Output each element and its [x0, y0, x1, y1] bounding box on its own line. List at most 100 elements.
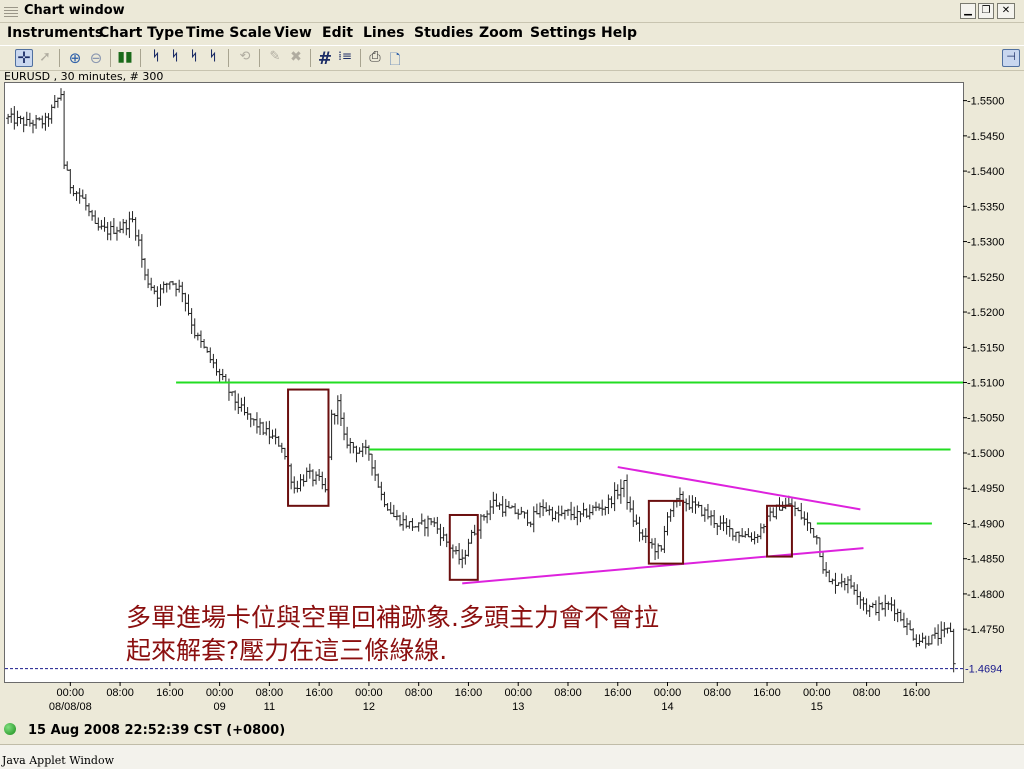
ohlc-bar	[506, 501, 511, 509]
time-tick-label: 00:00	[504, 687, 532, 699]
ohlc-bar	[503, 498, 508, 517]
ohlc-bar	[12, 106, 17, 130]
price-tick-label: -1.5150	[967, 342, 1004, 354]
status-datetime: 15 Aug 2008 22:52:39 CST (+0800)	[28, 723, 286, 738]
highlight-box[interactable]	[448, 513, 479, 581]
ohlc-bar	[684, 498, 689, 512]
price-tick-label: -1.5100	[967, 378, 1004, 390]
last-price-label: -1.4694	[965, 664, 1002, 676]
time-tick-label: 08:00	[106, 687, 134, 699]
date-tick-label: 09	[213, 701, 225, 713]
time-tick-label: 16:00	[604, 687, 632, 699]
ohlc-bar	[830, 578, 835, 585]
ohlc-bar	[590, 505, 595, 516]
ohlc-bar	[279, 442, 284, 453]
ohlc-bar	[298, 474, 303, 492]
ohlc-bar	[96, 217, 101, 231]
ohlc-bar	[71, 185, 76, 197]
ohlc-bar	[161, 281, 166, 294]
applet-footer: Java Applet Window	[0, 744, 1024, 769]
ohlc-bar	[6, 113, 11, 125]
ohlc-bar	[671, 501, 676, 518]
ohlc-bar	[379, 481, 384, 501]
trend-line[interactable]	[617, 466, 861, 511]
ohlc-bar	[547, 505, 552, 516]
ohlc-bar	[24, 111, 29, 126]
annotation-line-2: 起來解套?壓力在這三條綠線.	[126, 636, 447, 665]
price-tick-label: -1.5450	[967, 131, 1004, 143]
ohlc-bar	[777, 497, 782, 511]
ohlc-bar	[905, 617, 910, 636]
ohlc-bar	[332, 413, 337, 425]
ohlc-bar	[755, 534, 760, 543]
price-tick-label: -1.5500	[967, 96, 1004, 108]
ohlc-bar	[370, 453, 375, 476]
time-tick-label: 08:00	[554, 687, 582, 699]
ohlc-bar	[497, 502, 502, 510]
status-bar: 15 Aug 2008 22:52:39 CST (+0800)	[0, 720, 1024, 742]
ohlc-bar	[873, 600, 878, 616]
ohlc-bar	[167, 281, 172, 290]
ohlc-bar	[388, 502, 393, 515]
ohlc-bar	[513, 503, 518, 515]
ohlc-bar	[292, 476, 297, 494]
ohlc-bar	[360, 442, 365, 458]
highlight-box[interactable]	[766, 504, 793, 558]
date-tick-label: 12	[363, 701, 375, 713]
ohlc-bar	[534, 503, 539, 515]
ohlc-bar	[15, 110, 20, 127]
ohlc-bar	[40, 115, 45, 129]
date-tick-label: 13	[512, 701, 524, 713]
ohlc-bar	[18, 115, 23, 124]
ohlc-bar	[488, 500, 493, 521]
ohlc-bar	[572, 506, 577, 521]
ohlc-bar	[948, 622, 953, 633]
ohlc-bar	[491, 491, 496, 514]
ohlc-bar	[628, 496, 633, 513]
ohlc-bar	[394, 509, 399, 521]
ohlc-bar	[643, 528, 648, 544]
ohlc-bar	[301, 474, 306, 487]
ohlc-bar	[693, 497, 698, 514]
ohlc-bar	[124, 219, 129, 236]
ohlc-bar	[102, 217, 107, 232]
ohlc-bar	[550, 506, 555, 522]
ohlc-bar	[587, 504, 592, 520]
time-tick-label: 00:00	[355, 687, 383, 699]
ohlc-bar	[709, 510, 714, 526]
trend-line[interactable]	[462, 547, 864, 585]
time-tick-label: 00:00	[803, 687, 831, 699]
ohlc-bar	[500, 496, 505, 517]
ohlc-bar	[942, 622, 947, 638]
time-tick-label: 16:00	[156, 687, 184, 699]
ohlc-bar	[133, 217, 138, 241]
ohlc-bar	[139, 234, 144, 268]
ohlc-bar	[870, 602, 875, 609]
price-tick-label: -1.4750	[967, 624, 1004, 636]
price-tick-label: -1.5350	[967, 201, 1004, 213]
ohlc-bar	[295, 480, 300, 493]
time-tick-label: 16:00	[455, 687, 483, 699]
ohlc-bar	[62, 90, 67, 170]
ohlc-bar	[407, 521, 412, 529]
ohlc-bar	[142, 258, 147, 281]
price-chart[interactable]: -1.5500 -1.5450 -1.5400 -1.5350 -1.5300 -1.52…	[0, 0, 1024, 720]
ohlc-bar	[342, 412, 347, 441]
ohlc-bar	[391, 504, 396, 518]
ohlc-bar	[460, 549, 465, 569]
ohlc-bar	[30, 119, 35, 134]
ohlc-bar	[559, 505, 564, 517]
ohlc-bar	[189, 308, 194, 334]
ohlc-bar	[127, 211, 132, 238]
ohlc-bar	[136, 229, 141, 247]
ohlc-bar	[121, 218, 126, 234]
ohlc-bar	[180, 281, 185, 303]
ohlc-bar	[519, 506, 524, 515]
time-tick-label: 16:00	[753, 687, 781, 699]
ohlc-bar	[699, 504, 704, 517]
ohlc-bar	[258, 418, 263, 436]
highlight-box[interactable]	[647, 499, 685, 565]
ohlc-bar	[220, 368, 225, 381]
ohlc-bar	[208, 347, 213, 364]
ohlc-bar	[444, 533, 449, 548]
